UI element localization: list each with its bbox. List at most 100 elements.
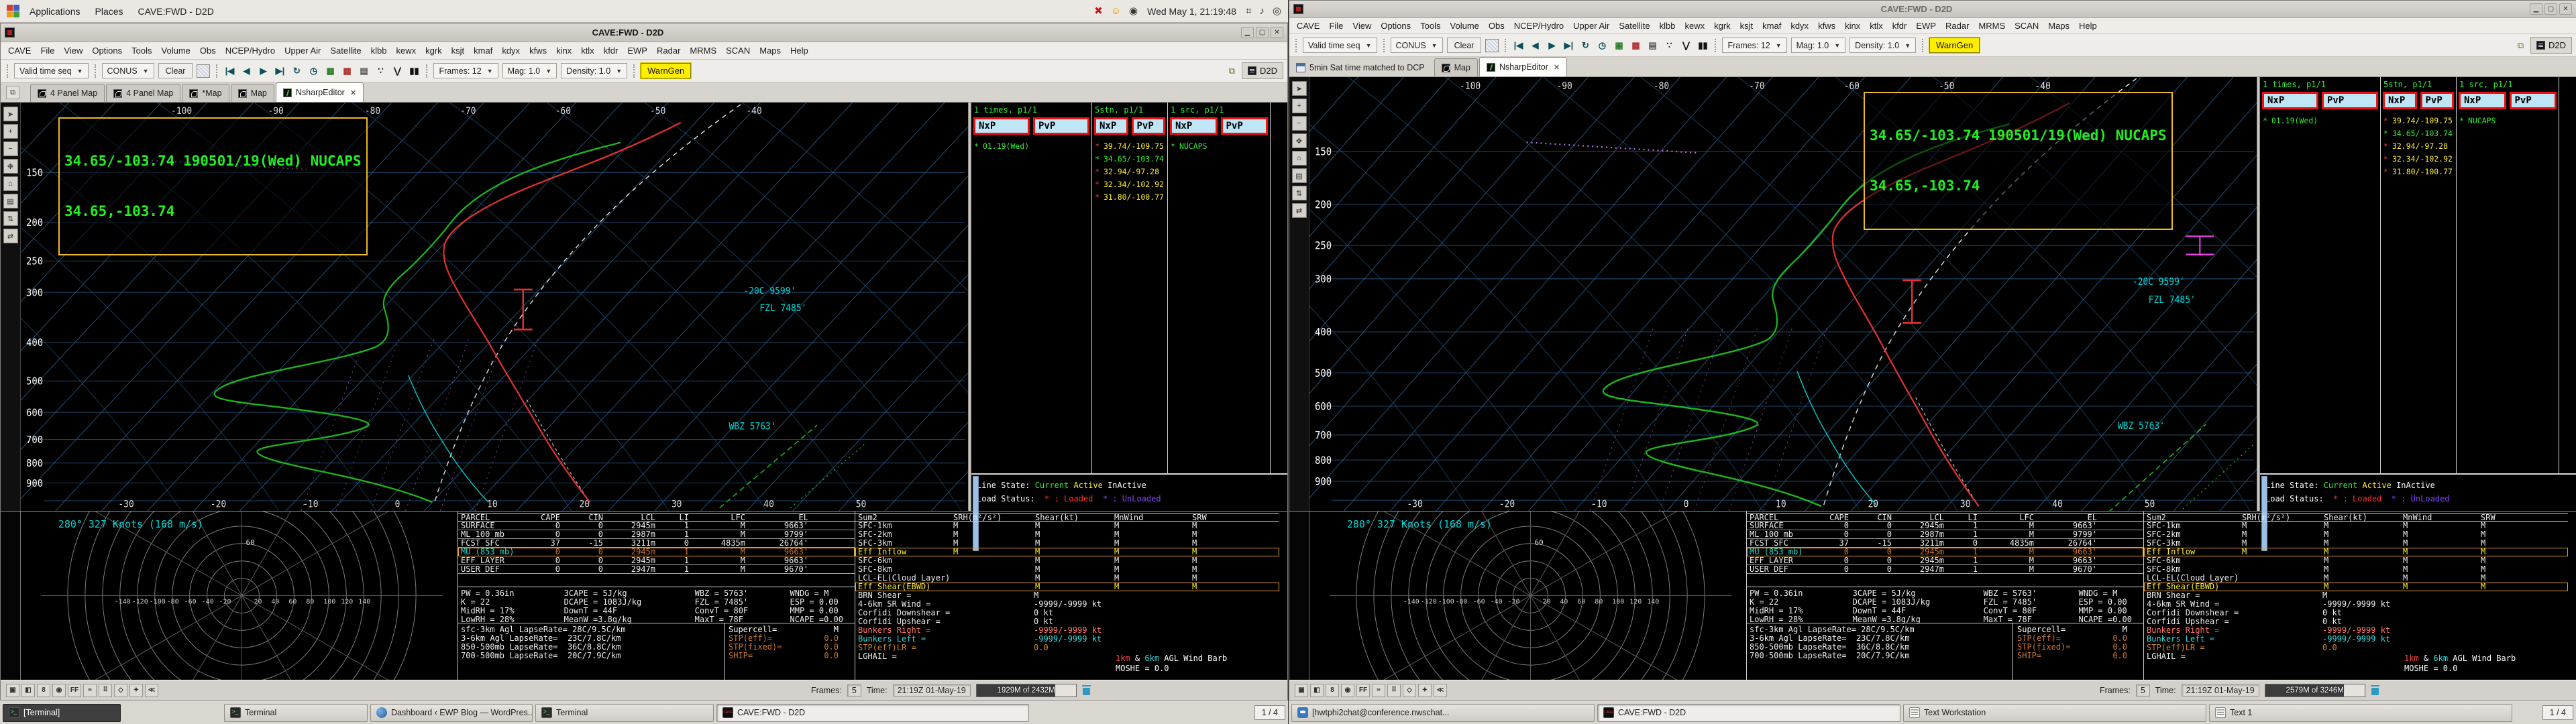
menu-kfws[interactable]: kfws bbox=[525, 44, 551, 57]
menu-ktlx[interactable]: ktlx bbox=[576, 44, 599, 57]
image-properties-icon[interactable]: ▩ bbox=[1629, 39, 1642, 52]
menu-klbb[interactable]: klbb bbox=[1655, 19, 1680, 32]
menu-volume[interactable]: Volume bbox=[157, 44, 195, 57]
menu-kinx[interactable]: kinx bbox=[551, 44, 576, 57]
zoom-in-icon[interactable]: + bbox=[3, 124, 18, 139]
menu-ktlx[interactable]: ktlx bbox=[1865, 19, 1888, 32]
menu-klbb[interactable]: klbb bbox=[366, 44, 392, 57]
frames-combo[interactable]: Frames: 12▼ bbox=[433, 63, 498, 78]
menu-file[interactable]: File bbox=[1324, 19, 1348, 32]
mag-combo[interactable]: Mag: 1.0▼ bbox=[502, 63, 557, 78]
panes-icon[interactable]: ▣ bbox=[6, 684, 19, 697]
valid-time-combo[interactable]: Valid time seq▼ bbox=[1303, 38, 1377, 53]
skewt-canvas[interactable]: 150200250300400500600700800900-100-90-80… bbox=[21, 103, 968, 511]
pvp-header-button[interactable]: PvP bbox=[1132, 117, 1166, 135]
warngen-button[interactable]: WarnGen bbox=[1929, 38, 1980, 53]
tab-4-panel-map[interactable]: 4 Panel Map bbox=[30, 84, 105, 102]
menu-ksjt[interactable]: ksjt bbox=[447, 44, 470, 57]
distro-logo-icon[interactable] bbox=[7, 5, 20, 18]
window-titlebar[interactable]: CAVE:FWD - D2D ▁ ▢ ✕ bbox=[1289, 1, 2576, 18]
menu-kdyx[interactable]: kdyx bbox=[1786, 19, 1813, 32]
step-back-icon[interactable]: ◀ bbox=[240, 64, 252, 78]
task-button-terminal[interactable]: Terminal bbox=[535, 704, 714, 722]
menu-ewp[interactable]: EWP bbox=[623, 44, 652, 57]
tab-nsharpeditor[interactable]: NsharpEditor✕ bbox=[276, 82, 364, 102]
minimize-button[interactable]: ▁ bbox=[1241, 27, 1254, 38]
applications-menu[interactable]: Applications bbox=[24, 3, 86, 19]
pointer-icon[interactable]: ➤ bbox=[1292, 81, 1307, 96]
menu-kmaf[interactable]: kmaf bbox=[469, 44, 497, 57]
menu-upper-air[interactable]: Upper Air bbox=[1568, 19, 1614, 32]
home-icon[interactable]: ⌂ bbox=[3, 176, 18, 191]
panes-icon[interactable]: ▣ bbox=[1295, 684, 1308, 697]
zoom-out-icon[interactable]: − bbox=[1292, 116, 1307, 131]
menu-kewx[interactable]: kewx bbox=[391, 44, 421, 57]
step-back-icon[interactable]: ◀ bbox=[1529, 39, 1541, 52]
menu-help[interactable]: Help bbox=[786, 44, 813, 57]
legend-icon[interactable]: ▤ bbox=[3, 194, 18, 208]
close-button[interactable]: ✕ bbox=[1271, 27, 1283, 38]
clear-button[interactable]: Clear bbox=[158, 63, 193, 78]
menu-mrms[interactable]: MRMS bbox=[685, 44, 721, 57]
list-item[interactable]: *32.94/-97.28 bbox=[2383, 141, 2453, 151]
collapse-icon[interactable]: ≪ bbox=[1434, 684, 1447, 697]
menu-help[interactable]: Help bbox=[2074, 19, 2102, 32]
menu-mrms[interactable]: MRMS bbox=[1974, 19, 2010, 32]
frames-combo[interactable]: Frames: 12▼ bbox=[1722, 38, 1786, 53]
workspace-pager[interactable]: 1 / 4 bbox=[2542, 705, 2573, 720]
menu-satellite[interactable]: Satellite bbox=[1614, 19, 1654, 32]
loop-icon[interactable]: ↻ bbox=[1579, 39, 1591, 52]
menu-kdyx[interactable]: kdyx bbox=[497, 44, 525, 57]
step-forward-icon[interactable]: ▶ bbox=[257, 64, 269, 78]
menu-radar[interactable]: Radar bbox=[652, 44, 685, 57]
sample-points-icon[interactable]: ∵ bbox=[374, 64, 386, 78]
panel-layout-icon[interactable]: ▮▮ bbox=[408, 64, 420, 78]
zoom-in-icon[interactable]: + bbox=[1292, 99, 1307, 113]
loop-icon[interactable]: ↻ bbox=[290, 64, 303, 78]
horizontal-scroll-icon[interactable]: ⇄ bbox=[3, 229, 18, 243]
print-icon[interactable]: ▤ bbox=[358, 64, 370, 78]
menu-cave[interactable]: CAVE bbox=[3, 44, 36, 57]
task-button-text-1[interactable]: Text 1 bbox=[2209, 704, 2512, 722]
task-button--hwtphi2chat-conference-nwsc[interactable]: [hwtphi2chat@conference.nwschat... bbox=[1291, 704, 1595, 722]
star-icon[interactable]: ✦ bbox=[1418, 684, 1432, 697]
image-combine-icon[interactable]: ▦ bbox=[1613, 39, 1625, 52]
menu-file[interactable]: File bbox=[36, 44, 59, 57]
tab-map[interactable]: Map bbox=[231, 84, 274, 102]
menu-satellite[interactable]: Satellite bbox=[325, 44, 366, 57]
list-item[interactable]: *39.74/-109.75 bbox=[1095, 141, 1165, 151]
close-button[interactable]: ✕ bbox=[2559, 3, 2572, 15]
memory-gauge[interactable]: 1929M of 2432M bbox=[976, 684, 1077, 697]
menu-ncep-hydro[interactable]: NCEP/Hydro bbox=[221, 44, 280, 57]
skewt-canvas[interactable]: 150200250300400500600700800900-100-90-80… bbox=[1309, 77, 2257, 511]
list-item[interactable]: *31.80/-100.77 bbox=[2383, 167, 2453, 176]
background-swatch-button[interactable] bbox=[197, 64, 210, 78]
last-frame-icon[interactable]: ▶| bbox=[274, 64, 286, 78]
maximize-button[interactable]: ▢ bbox=[1256, 27, 1269, 38]
grid-icon[interactable]: ⠿ bbox=[99, 684, 112, 697]
diamond-icon[interactable]: ◇ bbox=[1403, 684, 1416, 697]
density-combo[interactable]: Density: 1.0▼ bbox=[561, 63, 627, 78]
list-item[interactable]: *34.65/-103.74 bbox=[1095, 154, 1165, 164]
warngen-button[interactable]: WarnGen bbox=[641, 63, 691, 78]
d2d-perspective-button[interactable]: D2D bbox=[1242, 62, 1283, 79]
clear-button[interactable]: Clear bbox=[1447, 38, 1482, 53]
swap-panel-icon[interactable]: ◧ bbox=[1310, 684, 1324, 697]
baselines-icon[interactable]: ⋁ bbox=[391, 64, 403, 78]
urgent-close-icon[interactable]: ✖ bbox=[1094, 6, 1103, 16]
pvp-header-button[interactable]: PvP bbox=[2322, 92, 2378, 109]
frame-count-icon[interactable]: 8 bbox=[1326, 684, 1339, 697]
list-item[interactable]: *01.19(Wed) bbox=[974, 141, 1089, 151]
density-combo[interactable]: Density: 1.0▼ bbox=[1849, 38, 1916, 53]
memory-gauge[interactable]: 2579M of 3246M bbox=[2265, 684, 2365, 697]
tab-close-icon[interactable]: ✕ bbox=[1554, 63, 1560, 72]
menu-kewx[interactable]: kewx bbox=[1680, 19, 1709, 32]
nxp-header-button[interactable]: NxP bbox=[2262, 92, 2318, 109]
menu-cave[interactable]: CAVE bbox=[1292, 19, 1324, 32]
menu-upper-air[interactable]: Upper Air bbox=[280, 44, 325, 57]
panel-window-title[interactable]: CAVE:FWD - D2D bbox=[133, 3, 219, 19]
step-forward-icon[interactable]: ▶ bbox=[1546, 39, 1558, 52]
background-swatch-button[interactable] bbox=[1485, 39, 1499, 52]
workspace-pager[interactable]: 1 / 4 bbox=[1254, 705, 1285, 720]
hodograph-canvas[interactable]: -140-120-100-80-60-40-202040608010012014… bbox=[1309, 511, 1747, 680]
